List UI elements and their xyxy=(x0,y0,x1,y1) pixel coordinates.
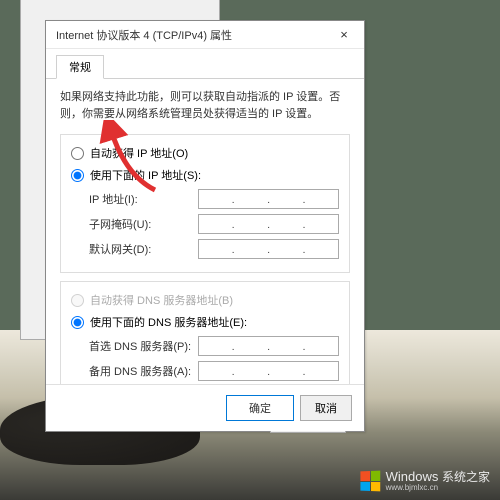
radio-manual-ip-label: 使用下面的 IP 地址(S): xyxy=(90,167,201,183)
close-icon: × xyxy=(340,27,348,42)
ip-seg-3[interactable] xyxy=(270,215,303,233)
ip-seg-2[interactable] xyxy=(235,337,268,355)
windows-logo-icon xyxy=(360,471,380,492)
watermark-url: www.bjmlxc.cn xyxy=(386,484,490,492)
ip-address-input[interactable]: . . . xyxy=(198,189,339,209)
description-text: 如果网络支持此功能，则可以获取自动指派的 IP 设置。否则，你需要从网络系统管理… xyxy=(60,89,350,122)
cancel-button[interactable]: 取消 xyxy=(300,395,352,421)
radio-manual-dns-label: 使用下面的 DNS 服务器地址(E): xyxy=(90,314,247,330)
ip-seg-3[interactable] xyxy=(270,240,303,258)
radio-manual-dns-input[interactable] xyxy=(71,316,84,329)
dialog-title: Internet 协议版本 4 (TCP/IPv4) 属性 xyxy=(56,27,232,43)
ip-seg-2[interactable] xyxy=(235,362,268,380)
alternate-dns-input[interactable]: . . . xyxy=(198,361,339,381)
gateway-input[interactable]: . . . xyxy=(198,239,339,259)
ip-seg-4[interactable] xyxy=(305,337,338,355)
preferred-dns-label: 首选 DNS 服务器(P): xyxy=(89,338,198,354)
ip-seg-1[interactable] xyxy=(199,362,232,380)
subnet-input[interactable]: . . . xyxy=(198,214,339,234)
ip-section: 自动获得 IP 地址(O) 使用下面的 IP 地址(S): IP 地址(I): … xyxy=(60,134,350,273)
radio-manual-ip[interactable]: 使用下面的 IP 地址(S): xyxy=(71,167,339,183)
gateway-label: 默认网关(D): xyxy=(89,241,198,257)
ip-seg-4[interactable] xyxy=(305,215,338,233)
ip-seg-2[interactable] xyxy=(235,190,268,208)
subnet-label: 子网掩码(U): xyxy=(89,216,198,232)
ip-seg-3[interactable] xyxy=(270,362,303,380)
radio-auto-dns[interactable]: 自动获得 DNS 服务器地址(B) xyxy=(71,292,339,308)
ip-seg-2[interactable] xyxy=(235,215,268,233)
gateway-row: 默认网关(D): . . . xyxy=(89,239,339,259)
ip-seg-1[interactable] xyxy=(199,215,232,233)
watermark: Windows 系统之家 www.bjmlxc.cn xyxy=(360,470,490,492)
radio-auto-dns-label: 自动获得 DNS 服务器地址(B) xyxy=(90,292,233,308)
dialog-buttons: 确定 取消 xyxy=(46,384,364,431)
subnet-row: 子网掩码(U): . . . xyxy=(89,214,339,234)
radio-manual-dns[interactable]: 使用下面的 DNS 服务器地址(E): xyxy=(71,314,339,330)
ip-seg-2[interactable] xyxy=(235,240,268,258)
tab-strip: 常规 xyxy=(46,49,364,79)
ip-seg-4[interactable] xyxy=(305,190,338,208)
ip-seg-1[interactable] xyxy=(199,337,232,355)
tab-general[interactable]: 常规 xyxy=(56,55,104,79)
ok-button[interactable]: 确定 xyxy=(226,395,294,421)
alternate-dns-label: 备用 DNS 服务器(A): xyxy=(89,363,198,379)
close-button[interactable]: × xyxy=(326,22,362,48)
alternate-dns-row: 备用 DNS 服务器(A): . . . xyxy=(89,361,339,381)
radio-auto-ip-label: 自动获得 IP 地址(O) xyxy=(90,145,188,161)
ip-seg-3[interactable] xyxy=(270,337,303,355)
preferred-dns-input[interactable]: . . . xyxy=(198,336,339,356)
ip-seg-1[interactable] xyxy=(199,240,232,258)
ipv4-properties-dialog: Internet 协议版本 4 (TCP/IPv4) 属性 × 常规 如果网络支… xyxy=(45,20,365,432)
preferred-dns-row: 首选 DNS 服务器(P): . . . xyxy=(89,336,339,356)
radio-manual-ip-input[interactable] xyxy=(71,169,84,182)
titlebar: Internet 协议版本 4 (TCP/IPv4) 属性 × xyxy=(46,21,364,49)
ip-seg-3[interactable] xyxy=(270,190,303,208)
radio-auto-ip-input[interactable] xyxy=(71,147,84,160)
radio-auto-dns-input[interactable] xyxy=(71,294,84,307)
dns-section: 自动获得 DNS 服务器地址(B) 使用下面的 DNS 服务器地址(E): 首选… xyxy=(60,281,350,395)
ip-seg-4[interactable] xyxy=(305,362,338,380)
ip-seg-4[interactable] xyxy=(305,240,338,258)
watermark-brand: Windows 系统之家 xyxy=(386,470,490,483)
ip-seg-1[interactable] xyxy=(199,190,232,208)
ip-address-label: IP 地址(I): xyxy=(89,191,198,207)
ip-address-row: IP 地址(I): . . . xyxy=(89,189,339,209)
radio-auto-ip[interactable]: 自动获得 IP 地址(O) xyxy=(71,145,339,161)
